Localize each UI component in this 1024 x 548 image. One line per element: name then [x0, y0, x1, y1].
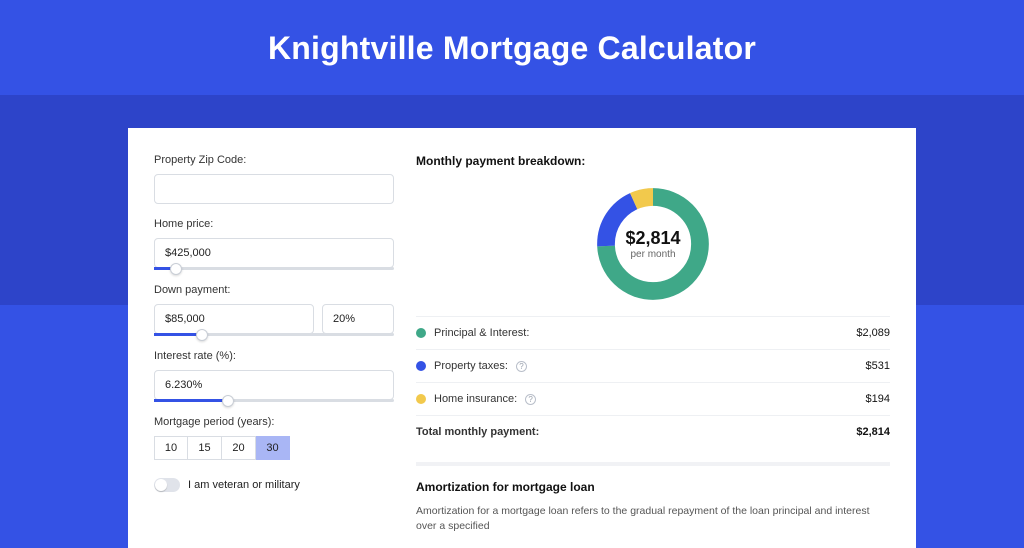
home-price-group: Home price: $425,000 — [154, 218, 394, 270]
down-payment-input[interactable]: $85,000 — [154, 304, 314, 334]
rate-input[interactable]: 6.230% — [154, 370, 394, 400]
info-icon[interactable]: ? — [525, 394, 536, 405]
slider-fill — [154, 399, 228, 402]
down-payment-pct-input[interactable]: 20% — [322, 304, 394, 334]
period-option-15[interactable]: 15 — [188, 436, 222, 460]
veteran-row: I am veteran or military — [154, 478, 394, 492]
zip-group: Property Zip Code: — [154, 154, 394, 204]
period-segment: 10 15 20 30 — [154, 436, 394, 460]
line-label: Home insurance: — [434, 393, 517, 405]
donut-chart: $2,814 per month — [591, 182, 715, 306]
dot-icon — [416, 394, 426, 404]
period-option-30[interactable]: 30 — [256, 436, 290, 460]
down-payment-group: Down payment: $85,000 20% — [154, 284, 394, 336]
period-option-10[interactable]: 10 — [154, 436, 188, 460]
line-taxes: Property taxes: ? $531 — [416, 349, 890, 382]
down-payment-slider[interactable] — [154, 333, 394, 336]
home-price-input[interactable]: $425,000 — [154, 238, 394, 268]
slider-thumb[interactable] — [196, 329, 208, 341]
breakdown-panel: Monthly payment breakdown: $2,814 per mo… — [416, 154, 890, 548]
down-payment-label: Down payment: — [154, 284, 394, 296]
amortization-title: Amortization for mortgage loan — [416, 480, 890, 494]
slider-thumb[interactable] — [170, 263, 182, 275]
donut-center-value: $2,814 — [625, 228, 680, 249]
amortization-text: Amortization for a mortgage loan refers … — [416, 504, 890, 534]
line-principal: Principal & Interest: $2,089 — [416, 316, 890, 349]
donut-wrap: $2,814 per month — [416, 178, 890, 316]
donut-center: $2,814 per month — [591, 182, 715, 306]
calculator-card: Property Zip Code: Home price: $425,000 … — [128, 128, 916, 548]
line-total: Total monthly payment: $2,814 — [416, 415, 890, 448]
dot-icon — [416, 361, 426, 371]
zip-input[interactable] — [154, 174, 394, 204]
breakdown-title: Monthly payment breakdown: — [416, 154, 890, 168]
info-icon[interactable]: ? — [516, 361, 527, 372]
line-value: $194 — [866, 393, 890, 405]
line-label: Property taxes: — [434, 360, 508, 372]
period-option-20[interactable]: 20 — [222, 436, 256, 460]
page-title: Knightville Mortgage Calculator — [0, 0, 1024, 85]
dot-icon — [416, 328, 426, 338]
period-group: Mortgage period (years): 10 15 20 30 — [154, 416, 394, 460]
form-panel: Property Zip Code: Home price: $425,000 … — [154, 154, 394, 548]
slider-thumb[interactable] — [222, 395, 234, 407]
rate-slider[interactable] — [154, 399, 394, 402]
donut-center-sub: per month — [630, 249, 675, 260]
total-value: $2,814 — [856, 426, 890, 438]
line-label: Principal & Interest: — [434, 327, 529, 339]
zip-label: Property Zip Code: — [154, 154, 394, 166]
slider-fill — [154, 333, 202, 336]
veteran-toggle[interactable] — [154, 478, 180, 492]
veteran-label: I am veteran or military — [188, 479, 300, 491]
line-value: $531 — [866, 360, 890, 372]
home-price-label: Home price: — [154, 218, 394, 230]
total-label: Total monthly payment: — [416, 426, 539, 438]
rate-group: Interest rate (%): 6.230% — [154, 350, 394, 402]
amortization-section: Amortization for mortgage loan Amortizat… — [416, 462, 890, 534]
home-price-slider[interactable] — [154, 267, 394, 270]
period-label: Mortgage period (years): — [154, 416, 394, 428]
line-value: $2,089 — [856, 327, 890, 339]
rate-label: Interest rate (%): — [154, 350, 394, 362]
line-insurance: Home insurance: ? $194 — [416, 382, 890, 415]
